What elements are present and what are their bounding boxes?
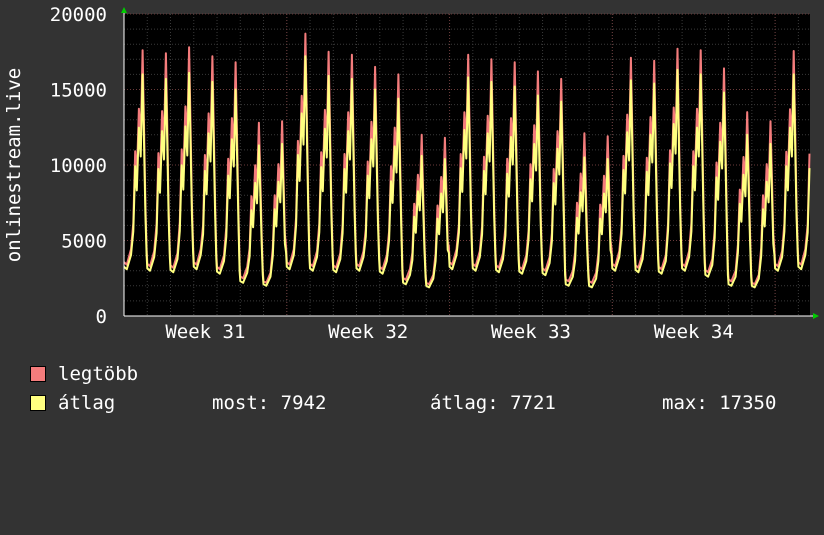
y-tick-label: 15000 [50,80,107,102]
legend-item-avg: átlag most: 7942 átlag: 7721 max: 17350 [30,391,820,415]
y-tick-label: 20000 [50,4,107,26]
x-axis-arrow [813,313,819,319]
x-tick-label: Week 32 [328,321,408,343]
y-axis-arrow [121,7,127,13]
legend-swatch-avg [30,395,46,411]
legend-swatch-max [30,366,46,382]
y-axis-label: onlinestream.live [3,68,25,262]
y-tick-label: 10000 [50,155,107,177]
y-tick-label: 5000 [61,231,107,253]
y-tick-label: 0 [96,306,107,328]
x-tick-label: Week 34 [654,321,734,343]
legend-label-avg: átlag [58,392,116,414]
stat-max: max: 17350 [662,392,777,414]
legend-label-max: legtöbb [58,363,139,385]
x-tick-label: Week 31 [165,321,245,343]
stat-now: most: 7942 [212,392,327,414]
stat-avg: átlag: 7721 [430,392,556,414]
legend-item-max: legtöbb [30,362,138,386]
x-tick-label: Week 33 [491,321,571,343]
